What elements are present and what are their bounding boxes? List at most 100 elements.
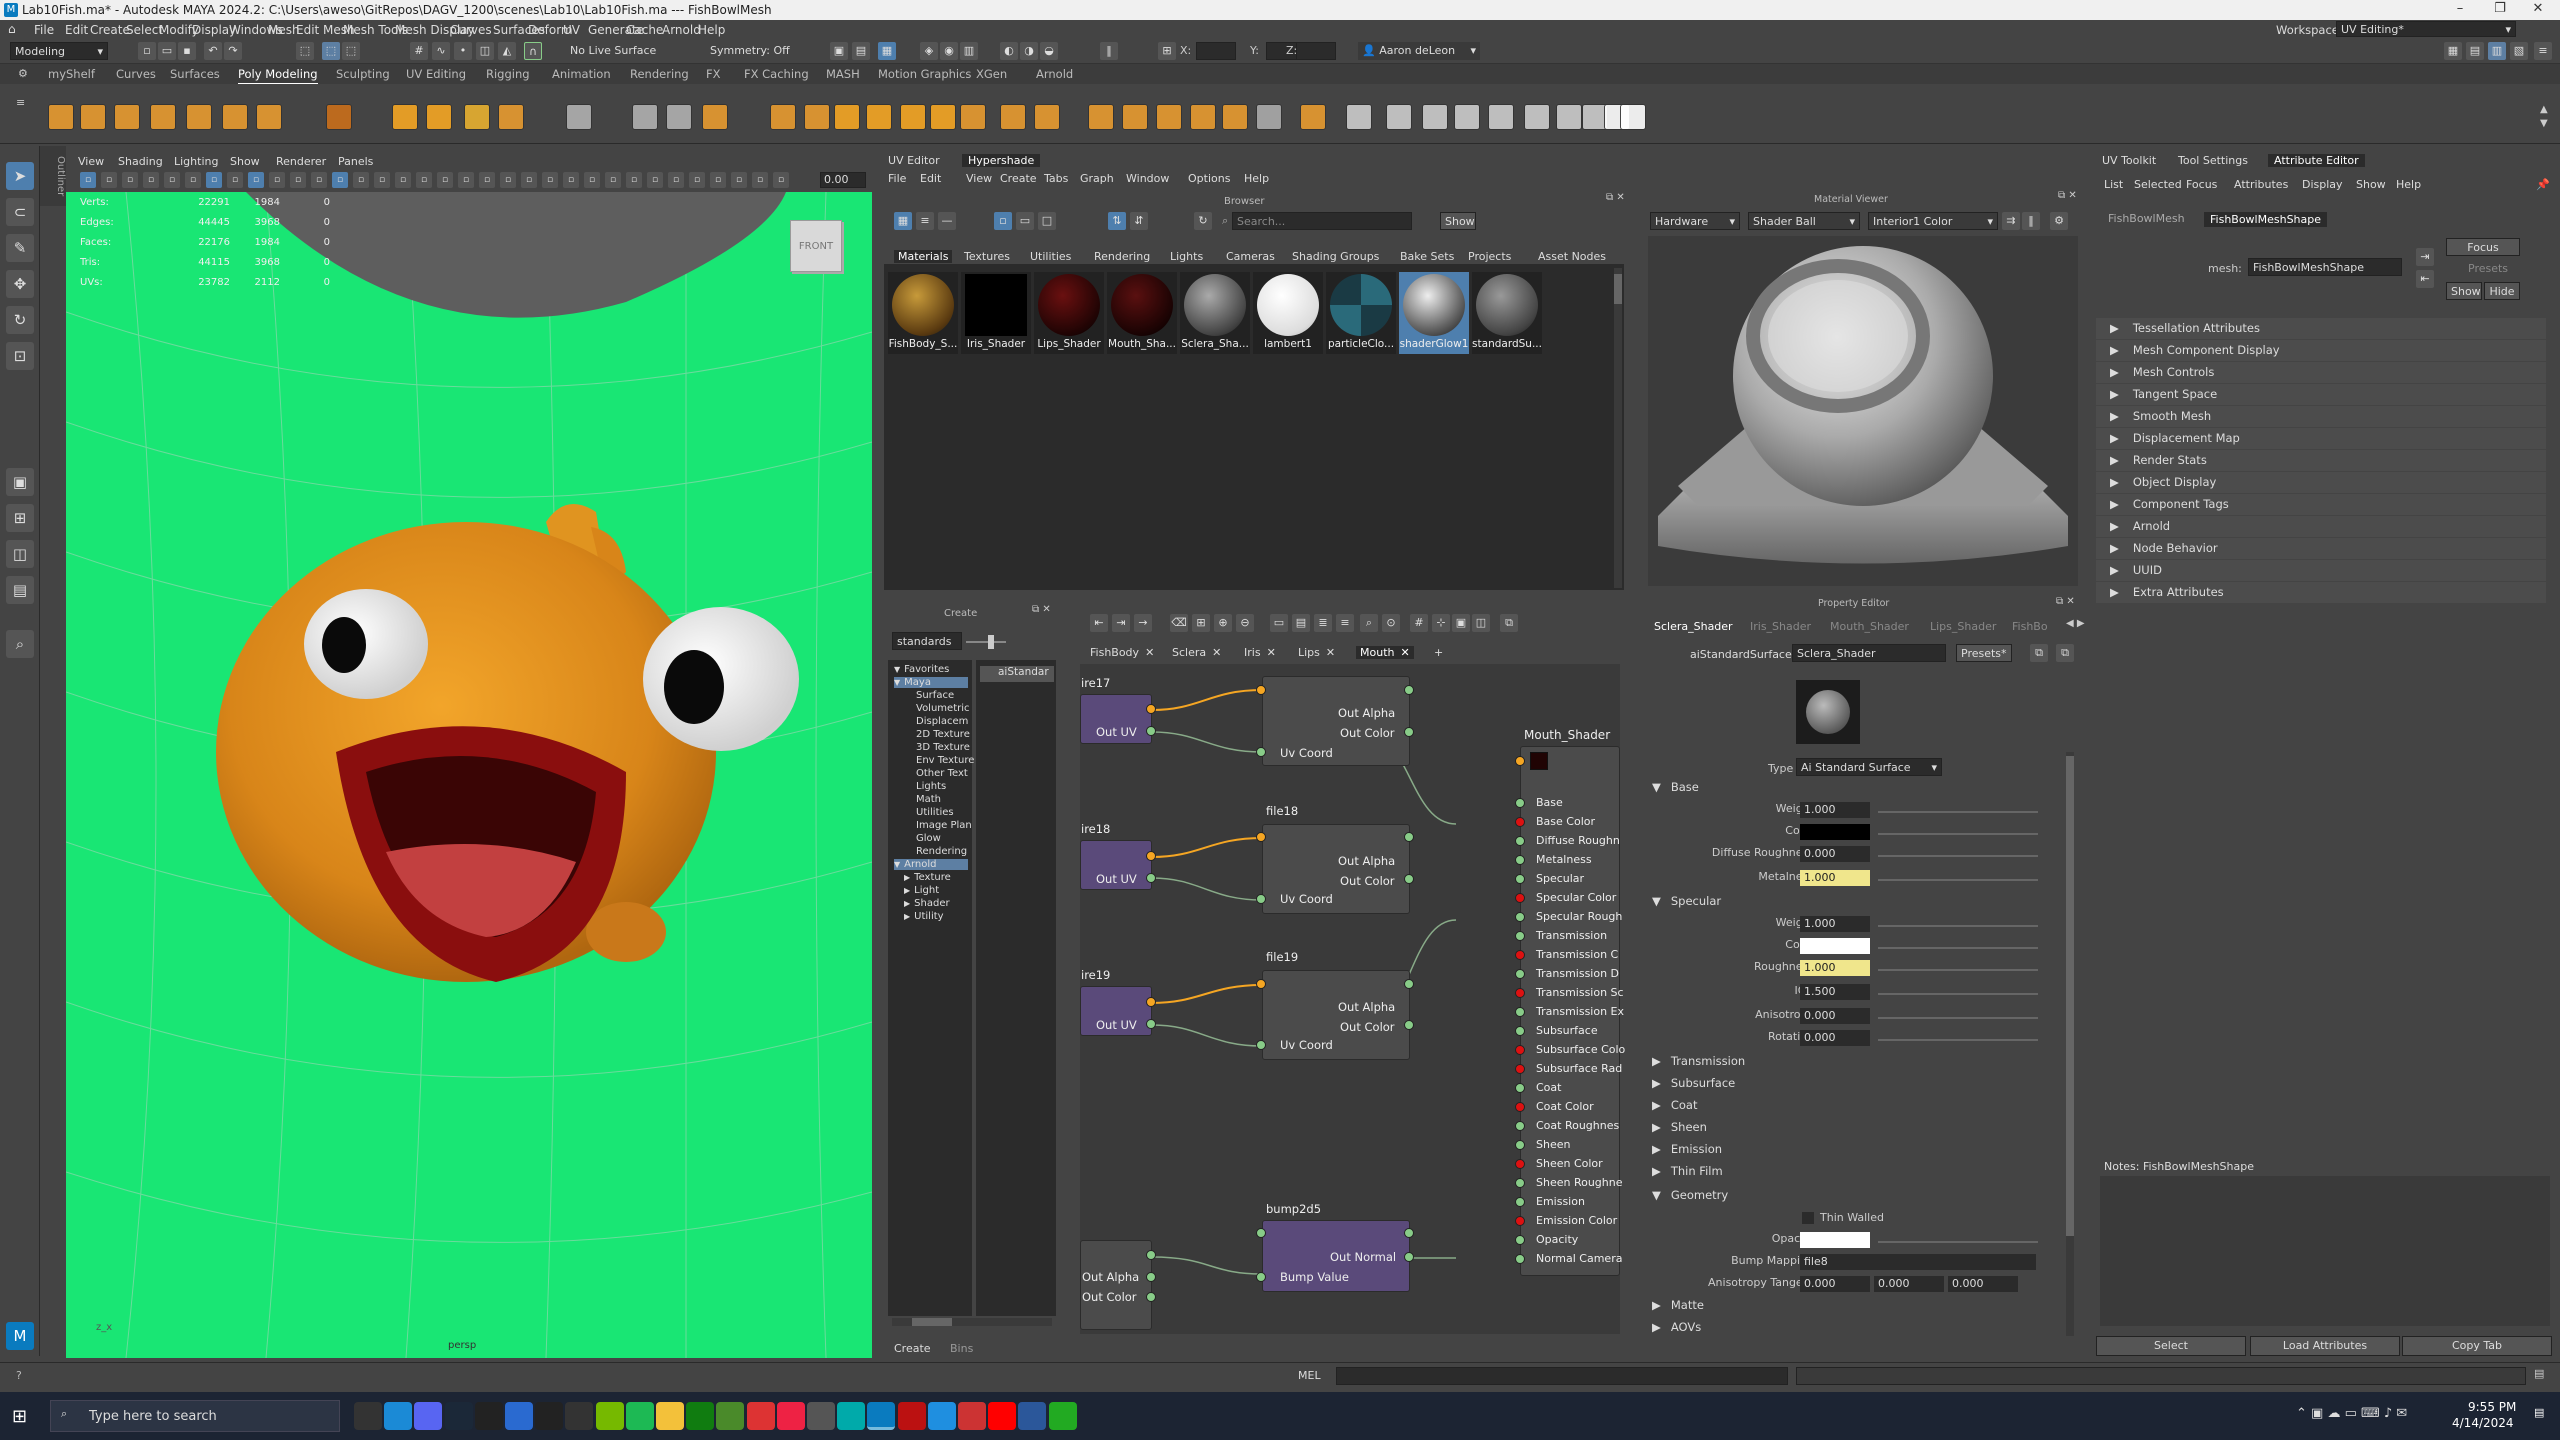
browser-close-icon[interactable]: ⧉ ✕ [1606, 192, 1625, 203]
browser-small-icon[interactable]: ▫ [994, 212, 1012, 230]
taskbar-discord-icon[interactable] [414, 1402, 443, 1430]
port-bump-outnormal[interactable] [1404, 1252, 1414, 1262]
aniso-tangent-x[interactable]: 0.000 [1800, 1276, 1870, 1292]
clock-date[interactable]: 4/14/2024 [2452, 1416, 2514, 1430]
viewport-menu-shading[interactable]: Shading [118, 155, 163, 168]
browser-list-icon[interactable]: ≡ [916, 212, 934, 230]
shelf-platonic-icon[interactable] [326, 104, 352, 130]
viewport-toolbar-icon-16[interactable]: ▫ [416, 172, 432, 188]
perspective-viewport[interactable]: FRONT persp z_x [66, 192, 872, 1358]
user-account-dropdown[interactable]: 👤 Aaron deLeon ▾ [1358, 42, 1480, 60]
create-tree-item[interactable]: ▶ Light [904, 885, 939, 896]
graph-input-icon[interactable]: ⇥ [1112, 614, 1130, 632]
taskbar-app-blue-icon[interactable] [505, 1402, 533, 1430]
ae-section-arnold[interactable]: ▶ Arnold [2096, 516, 2546, 537]
port-outuv-17[interactable] [1146, 704, 1156, 714]
browser-tab-lights[interactable]: Lights [1170, 250, 1203, 263]
shelf-tab-rendering[interactable]: Rendering [630, 67, 689, 81]
graph-output-icon[interactable]: → [1134, 614, 1152, 632]
create-tree-item[interactable]: Displacem [916, 716, 968, 727]
shelf-circularize-icon[interactable] [1222, 104, 1248, 130]
graph-snap-icon[interactable]: ⊹ [1432, 614, 1450, 632]
menu-cache[interactable]: Cache [626, 23, 663, 37]
pe-section-transmission[interactable]: ▶ Transmission [1652, 1054, 2064, 1074]
viewport-toolbar-icon-18[interactable]: ▫ [458, 172, 474, 188]
symmetry-text[interactable]: Symmetry: Off [710, 44, 790, 57]
create-filter-input[interactable]: standards [892, 632, 962, 650]
arnold-ipr-icon[interactable]: ◑ [1020, 42, 1038, 60]
port-file18-outcolor[interactable] [1404, 874, 1414, 884]
opacity-slider[interactable] [1878, 1241, 2038, 1243]
graph-frame-icon[interactable]: ⊙ [1382, 614, 1400, 632]
taskbar-app-3-icon[interactable] [958, 1402, 986, 1430]
base-color-slider[interactable] [1878, 833, 2038, 835]
hypershade-icon[interactable]: ◈ [920, 42, 938, 60]
graph-tab-close-icon[interactable]: ✕ [1400, 646, 1409, 659]
ae-focus-button[interactable]: Focus [2446, 238, 2520, 256]
taskbar-task-view-icon[interactable] [354, 1402, 382, 1430]
snap-surface-icon[interactable]: ◭ [498, 42, 516, 60]
port-shader-attr[interactable] [1515, 1197, 1525, 1207]
viewport-menu-renderer[interactable]: Renderer [276, 155, 326, 168]
shelf-tab-sculpting[interactable]: Sculpting [336, 67, 390, 81]
viewport-toolbar-icon-13[interactable]: ▫ [353, 172, 369, 188]
graph-swatch-icon[interactable]: ▣ [1452, 614, 1470, 632]
port-shader-attr[interactable] [1515, 912, 1525, 922]
viewport-toolbar-icon-3[interactable]: ▫ [143, 172, 159, 188]
create-tree-item[interactable]: Env Texture [916, 755, 974, 766]
menu-create[interactable]: Create [90, 23, 130, 37]
base-weight-field[interactable]: 1.000 [1800, 802, 1870, 818]
graph-tab-iris[interactable]: Iris ✕ [1244, 646, 1276, 659]
port-shader-attr[interactable] [1515, 1216, 1525, 1226]
port-file19-outalpha[interactable] [1404, 979, 1414, 989]
port-shader-attr[interactable] [1515, 1083, 1525, 1093]
arnold-pause-icon[interactable]: ‖ [1100, 42, 1118, 60]
specular-section[interactable]: ▼ Specular [1652, 894, 2064, 914]
ae-section-mesh-component-display[interactable]: ▶ Mesh Component Display [2096, 340, 2546, 361]
shelf-connect-icon[interactable] [1034, 104, 1060, 130]
port-bump-source-outcolor[interactable] [1146, 1292, 1156, 1302]
shelf-cone-icon[interactable] [150, 104, 176, 130]
taskbar-files-icon[interactable] [807, 1402, 835, 1430]
viewport-toolbar-icon-2[interactable]: ▫ [122, 172, 138, 188]
shelf-svg-icon[interactable] [498, 104, 524, 130]
pe-tab[interactable]: Mouth_Shader [1830, 620, 1909, 633]
graph-tab-close-icon[interactable]: ✕ [1267, 646, 1276, 659]
pe-scrollbar[interactable] [2066, 752, 2074, 1336]
create-close-icon[interactable]: ⧉ ✕ [1032, 604, 1051, 615]
ae-show-button[interactable]: Show [2446, 282, 2482, 300]
opacity-swatch[interactable] [1800, 1232, 1870, 1248]
port-shader-attr[interactable] [1515, 1064, 1525, 1074]
toggle-channel-box-icon[interactable]: ▧ [2510, 42, 2528, 60]
specular-color-swatch[interactable] [1800, 938, 1870, 954]
viewport-menu-view[interactable]: View [78, 155, 104, 168]
port-file17-uvcoord[interactable] [1256, 747, 1266, 757]
hs-menu-create[interactable]: Create [1000, 172, 1037, 185]
graph-tab-add-icon[interactable]: + [1434, 646, 1443, 659]
ae-copy-tab-button[interactable]: Copy Tab [2402, 1336, 2552, 1356]
graph-search-icon[interactable]: ⌕ [1360, 614, 1378, 632]
viewport-toolbar-icon-26[interactable]: ▫ [626, 172, 642, 188]
ae-hide-button[interactable]: Hide [2484, 282, 2520, 300]
viewport-toolbar-icon-27[interactable]: ▫ [647, 172, 663, 188]
shelf-torus-icon[interactable] [186, 104, 212, 130]
graph-connected-icon[interactable]: ▤ [1292, 614, 1310, 632]
save-scene-icon[interactable]: ▪ [178, 42, 196, 60]
viewport-toolbar-icon-30[interactable]: ▫ [710, 172, 726, 188]
shelf-relax-icon[interactable] [1386, 104, 1412, 130]
panel-tab-uv-editor[interactable]: UV Editor [888, 154, 940, 167]
graph-tab-lips[interactable]: Lips ✕ [1298, 646, 1335, 659]
create-tree-item[interactable]: Volumetric [916, 703, 970, 714]
taskbar-explorer-icon[interactable] [656, 1402, 684, 1430]
command-language[interactable]: MEL [1298, 1369, 1321, 1382]
graph-tab-close-icon[interactable]: ✕ [1212, 646, 1221, 659]
create-tree-item[interactable]: ▶ Texture [904, 872, 951, 883]
viewport-toolbar-icon-6[interactable]: ▫ [206, 172, 222, 188]
material-swatch[interactable]: standardSu... [1472, 272, 1542, 354]
material-swatch[interactable]: Sclera_Sha... [1180, 272, 1250, 354]
create-tree-item[interactable]: Image Plan [916, 820, 972, 831]
port-uv-19[interactable] [1146, 1019, 1156, 1029]
single-view-icon[interactable]: ▣ [6, 468, 34, 496]
tray-icons[interactable]: ⌃ ▣ ☁ ▭ ⌨ ♪ ✉ [2296, 1406, 2407, 1421]
specular-color-slider[interactable] [1878, 947, 2038, 949]
